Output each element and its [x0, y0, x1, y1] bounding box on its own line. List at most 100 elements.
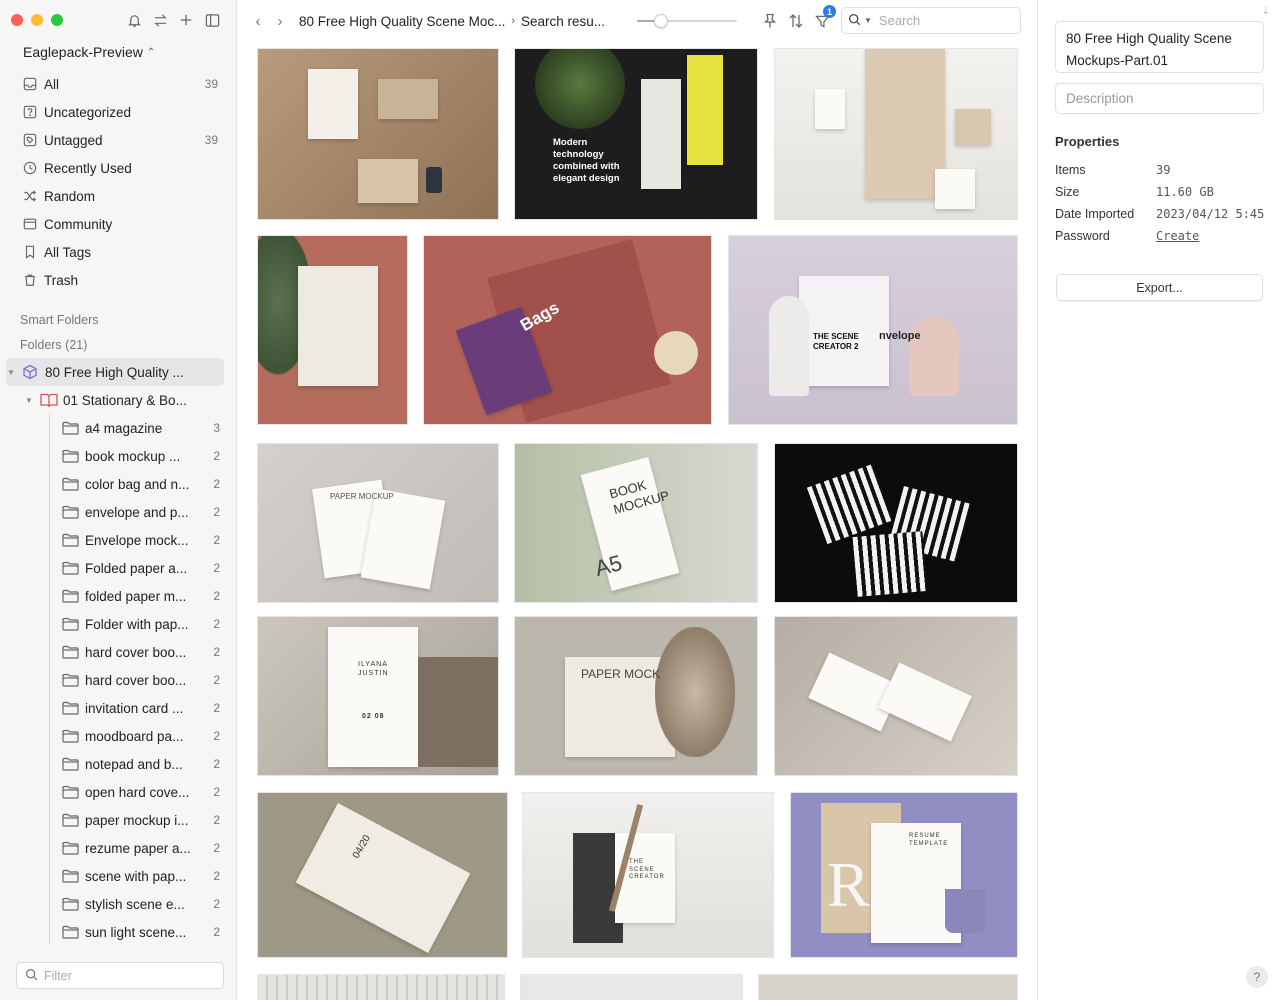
thumbnail-item[interactable]: Bags [423, 235, 712, 425]
folder-item[interactable]: hard cover boo... 2 [0, 666, 236, 694]
folder-item[interactable]: color bag and n... 2 [0, 470, 236, 498]
bell-icon[interactable] [126, 12, 142, 28]
export-button[interactable]: Export... [1056, 274, 1263, 301]
filter-input[interactable] [44, 968, 214, 983]
thumbnail-item[interactable]: ILYANA JUSTIN 02 08 [257, 616, 499, 776]
thumb-envelope [865, 49, 945, 199]
thumb-card [308, 69, 358, 139]
folder-item[interactable]: book mockup ... 2 [0, 442, 236, 470]
minimize-window-button[interactable] [31, 14, 43, 26]
folder-item[interactable]: scene with pap... 2 [0, 862, 236, 890]
create-password-link[interactable]: Create [1156, 229, 1199, 243]
nav-item-community[interactable]: Community [0, 210, 236, 238]
thumb-caption: Modern technology combined with elegant … [553, 137, 620, 184]
nav-item-trash[interactable]: Trash [0, 266, 236, 294]
chevron-down-icon[interactable]: ▼ [864, 16, 872, 25]
property-row: Size 11.60 GB [1055, 181, 1270, 203]
thumb-caption: 02 08 [362, 713, 385, 720]
disclosure-down-icon[interactable]: ▼ [6, 368, 16, 377]
plus-icon[interactable] [178, 12, 194, 28]
property-value: 39 [1156, 163, 1171, 177]
thumbnail-item[interactable]: Modern technology combined with elegant … [514, 48, 758, 220]
folders-heading[interactable]: Folders (21) [20, 338, 87, 352]
folder-group[interactable]: ▼ 01 Stationary & Bo... [0, 386, 236, 414]
pin-icon[interactable] [762, 11, 778, 31]
thumb-caption: nvelope [879, 330, 921, 342]
thumbnail-item[interactable] [774, 48, 1018, 220]
nav-count: 39 [204, 77, 218, 91]
folder-item[interactable]: Folder with pap... 2 [0, 610, 236, 638]
thumbnail-item[interactable]: PAPER MOCKUP [257, 443, 499, 603]
close-window-button[interactable] [11, 14, 23, 26]
pin-icon[interactable]: ⇣ [1262, 6, 1270, 17]
thumbnail-item[interactable] [774, 443, 1018, 603]
thumbnail-item[interactable] [520, 974, 743, 1000]
folder-item[interactable]: Envelope mock... 2 [0, 526, 236, 554]
thumbnail-item[interactable] [774, 616, 1018, 776]
thumbnail-item[interactable]: THE SCENE CREATOR 2 nvelope [728, 235, 1018, 425]
thumb-card [806, 463, 894, 545]
library-switcher[interactable]: Eaglepack-Preview ⌃ [23, 44, 155, 60]
nav-item-recently-used[interactable]: Recently Used [0, 154, 236, 182]
folder-label: Envelope mock... [85, 532, 189, 548]
folder-icon [62, 504, 80, 520]
thumb-vase [909, 316, 959, 396]
description-input[interactable] [1066, 91, 1253, 106]
search-input[interactable] [878, 13, 1009, 28]
thumb-tag [955, 109, 991, 145]
folder-count: 2 [213, 785, 220, 799]
smart-folders-heading[interactable]: Smart Folders [20, 313, 99, 327]
forward-chevron-icon[interactable]: › [269, 13, 291, 30]
folder-item[interactable]: envelope and p... 2 [0, 498, 236, 526]
folder-item[interactable]: stylish scene e... 2 [0, 890, 236, 918]
toolbar: ‹ › 80 Free High Quality Scene Moc... › … [237, 0, 1037, 42]
folder-item[interactable]: open hard cove... 2 [0, 778, 236, 806]
folder-name-field[interactable]: 80 Free High Quality Scene Mockups-Part.… [1055, 21, 1264, 73]
thumbnail-item[interactable]: 04/20 [257, 792, 508, 958]
folder-item[interactable]: sun light scene... 2 [0, 918, 236, 946]
thumb-frame [418, 657, 498, 767]
thumbnail-item[interactable]: BOOK MOCKUP A5 [514, 443, 758, 603]
nav-item-untagged[interactable]: Untagged 39 [0, 126, 236, 154]
folder-item[interactable]: folded paper m... 2 [0, 582, 236, 610]
sync-icon[interactable] [152, 12, 168, 28]
zoom-window-button[interactable] [51, 14, 63, 26]
nav-item-all-tags[interactable]: All Tags [0, 238, 236, 266]
thumbnail-item[interactable] [257, 974, 505, 1000]
zoom-slider[interactable] [637, 14, 737, 28]
folder-root[interactable]: ▼ 80 Free High Quality ... [6, 358, 224, 386]
thumbnail-item[interactable]: PAPER MOCK [514, 616, 758, 776]
folder-item[interactable]: hard cover boo... 2 [0, 638, 236, 666]
slider-knob[interactable] [654, 14, 669, 28]
filter-icon[interactable]: 1 [814, 5, 836, 31]
folder-item[interactable]: moodboard pa... 2 [0, 722, 236, 750]
description-field[interactable] [1055, 83, 1264, 114]
thumbnail-item[interactable] [257, 235, 408, 425]
folder-item[interactable]: rezume paper a... 2 [0, 834, 236, 862]
thumbnail-item[interactable]: THE SCENE CREATOR [522, 792, 774, 958]
nav-item-uncategorized[interactable]: Uncategorized [0, 98, 236, 126]
folder-count: 2 [213, 505, 220, 519]
help-button[interactable]: ? [1246, 966, 1268, 988]
thumbnail-item[interactable] [758, 974, 1018, 1000]
folder-item[interactable]: paper mockup i... 2 [0, 806, 236, 834]
filter-field[interactable] [16, 962, 224, 989]
folder-label: 01 Stationary & Bo... [63, 392, 187, 408]
thumbnail-item[interactable] [257, 48, 499, 220]
back-chevron-icon[interactable]: ‹ [247, 13, 269, 30]
thumbnail-item[interactable]: R RESUME TEMPLATE [790, 792, 1018, 958]
breadcrumb-item[interactable]: 80 Free High Quality Scene Moc... [299, 14, 505, 29]
disclosure-down-icon[interactable]: ▼ [24, 396, 34, 405]
folder-item[interactable]: a4 magazine 3 [0, 414, 236, 442]
folder-count: 2 [213, 897, 220, 911]
folder-count: 2 [213, 729, 220, 743]
folder-item[interactable]: invitation card ... 2 [0, 694, 236, 722]
search-field[interactable]: ▼ [841, 7, 1021, 34]
nav-item-all[interactable]: All 39 [0, 70, 236, 98]
breadcrumb-item[interactable]: Search resu... [521, 14, 605, 29]
sidebar-toggle-icon[interactable] [204, 12, 220, 28]
folder-item[interactable]: notepad and b... 2 [0, 750, 236, 778]
folder-item[interactable]: Folded paper a... 2 [0, 554, 236, 582]
nav-item-random[interactable]: Random [0, 182, 236, 210]
sort-icon[interactable] [788, 11, 804, 31]
